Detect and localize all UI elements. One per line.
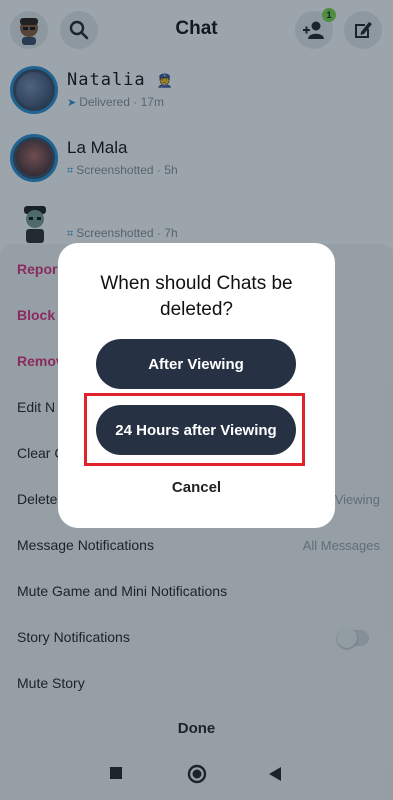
delete-chats-dialog: When should Chats be deleted? After View… [58, 243, 335, 528]
cancel-button[interactable]: Cancel [58, 479, 335, 496]
after-viewing-button[interactable]: After Viewing [96, 339, 296, 389]
24-hours-after-viewing-button[interactable]: 24 Hours after Viewing [96, 405, 296, 455]
dialog-title: When should Chats be deleted? [100, 273, 293, 320]
